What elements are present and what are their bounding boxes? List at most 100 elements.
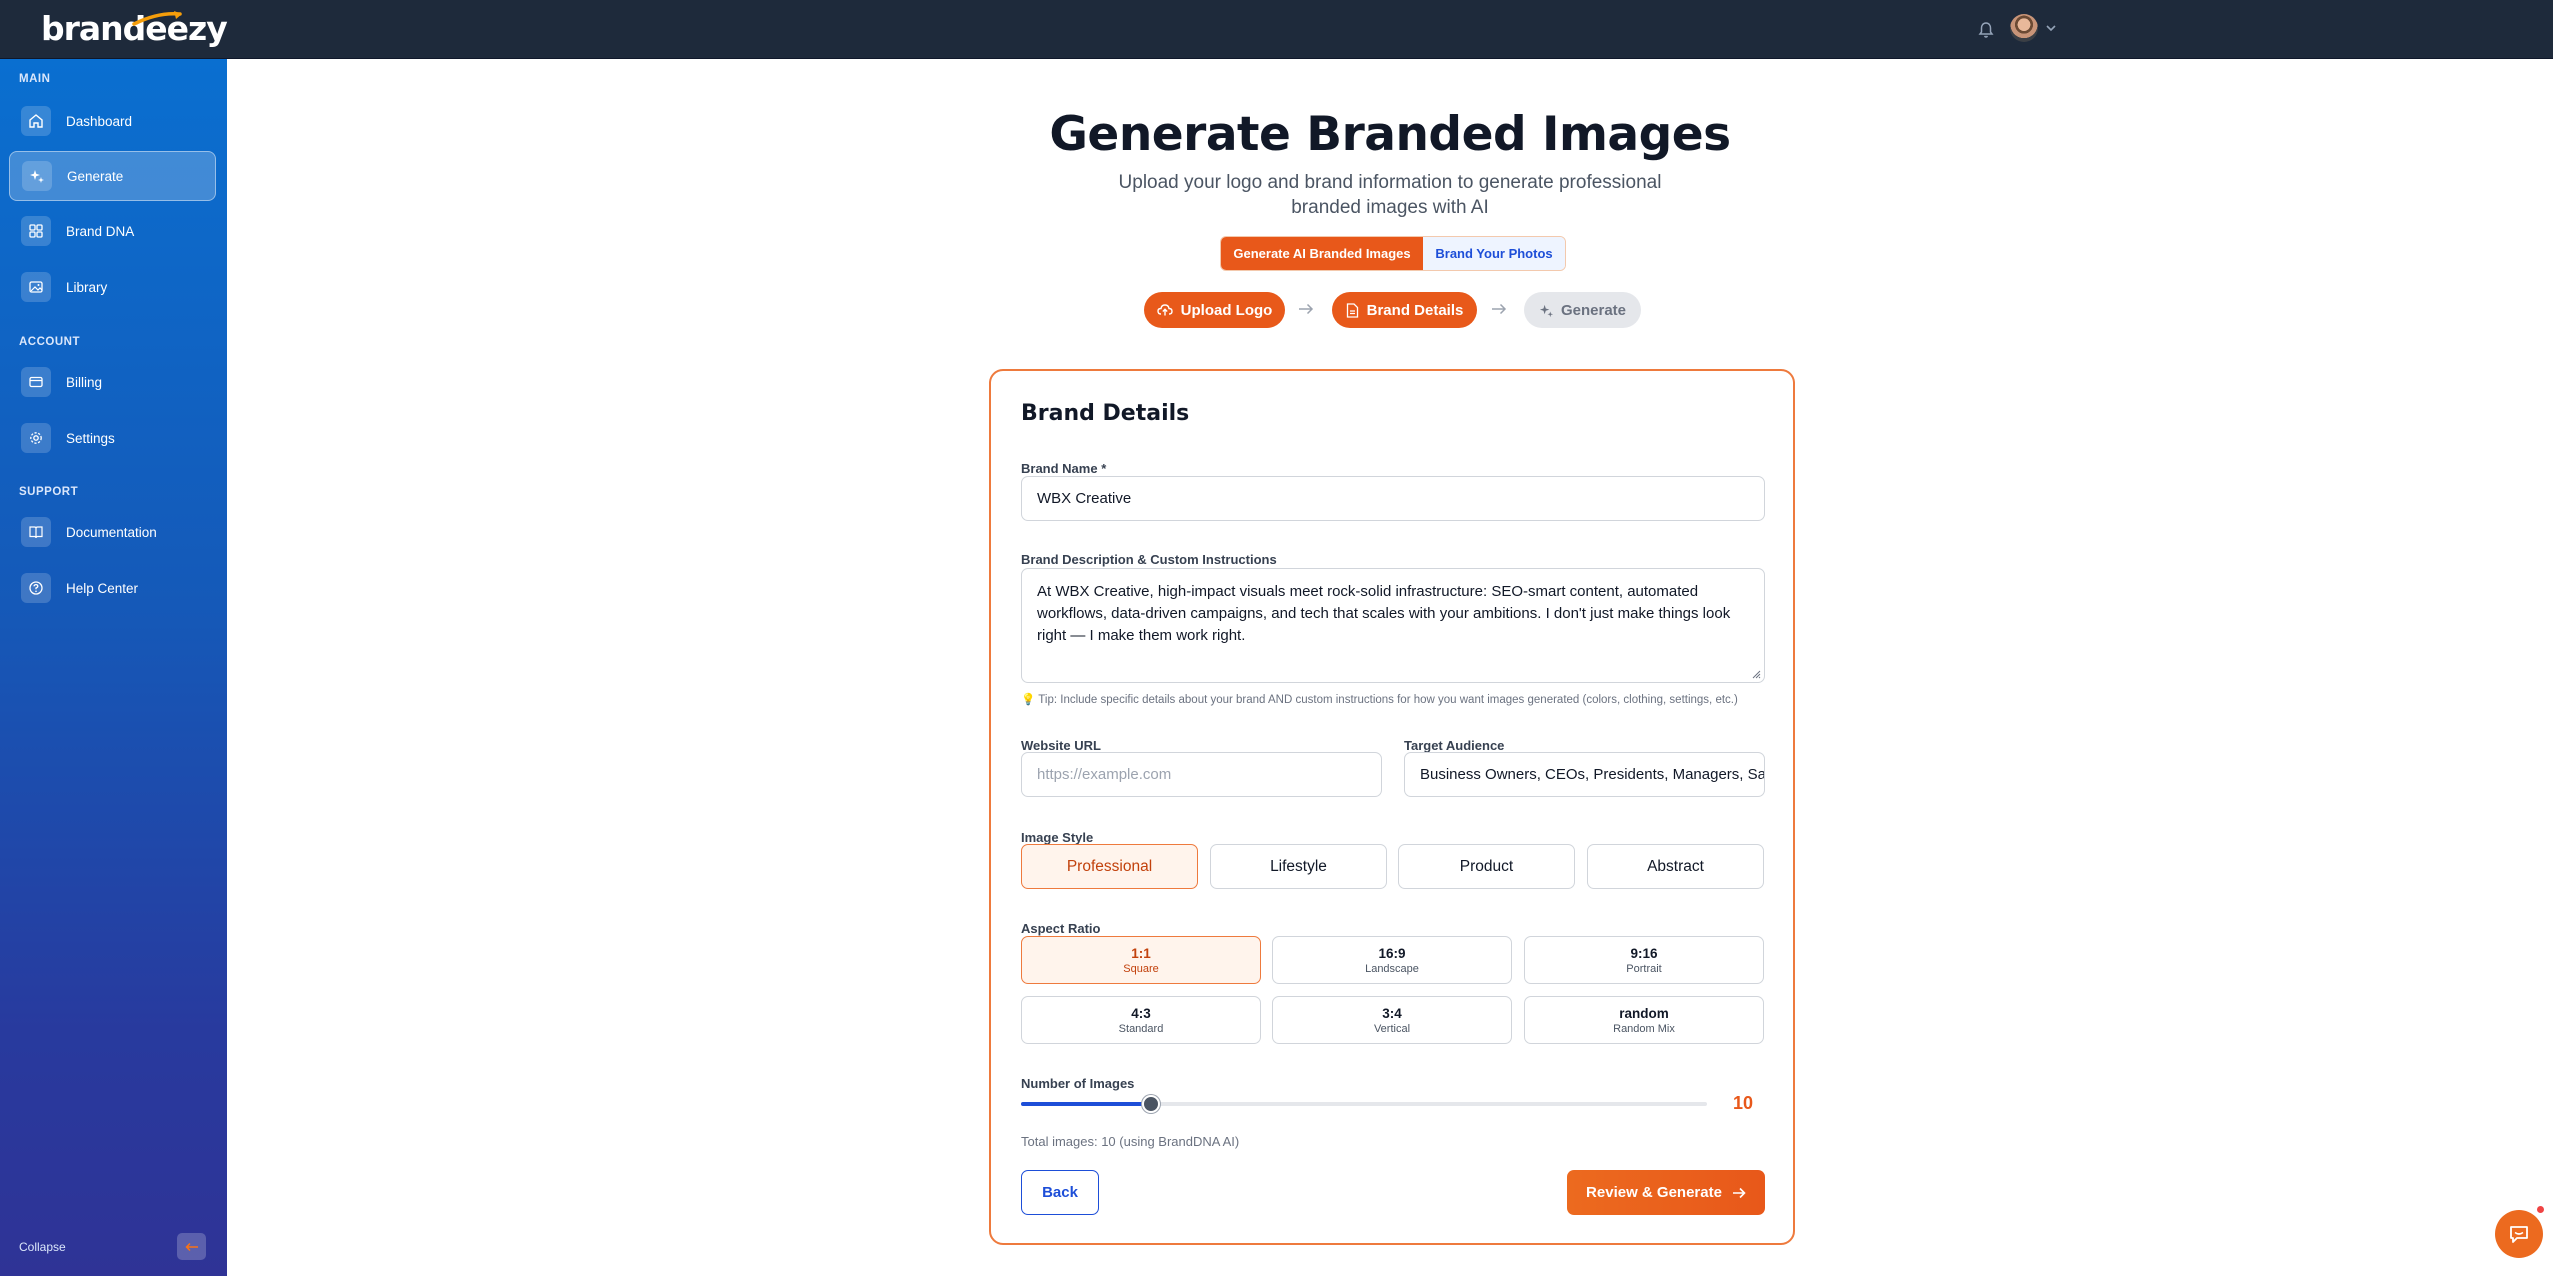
description-label: Brand Description & Custom Instructions — [1021, 552, 1277, 567]
card-title: Brand Details — [1021, 401, 1190, 426]
chat-icon — [2510, 1226, 2528, 1243]
arrow-right-icon — [1299, 303, 1314, 315]
ratio-label: Square — [1123, 962, 1159, 975]
notification-bell-icon[interactable] — [1976, 20, 1996, 40]
page-subtitle: Upload your logo and brand information t… — [1118, 172, 1662, 218]
review-generate-label: Review & Generate — [1586, 1184, 1722, 1201]
cloud-upload-icon — [1156, 304, 1173, 316]
aspect-ratio-label: Aspect Ratio — [1021, 921, 1101, 936]
sidebar-item-label: Help Center — [66, 580, 139, 596]
ratio-option-random[interactable]: random Random Mix — [1524, 996, 1764, 1044]
sidebar-item-settings[interactable]: Settings — [9, 413, 216, 463]
credit-card-icon — [21, 367, 51, 397]
main-content: Generate Branded Images Upload your logo… — [227, 59, 2553, 1276]
step-generate[interactable]: Generate — [1524, 292, 1641, 328]
ratio-option-16-9[interactable]: 16:9 Landscape — [1272, 936, 1512, 984]
arrow-right-icon — [1732, 1187, 1746, 1198]
sidebar-item-dashboard[interactable]: Dashboard — [9, 96, 216, 146]
grid-icon — [21, 216, 51, 246]
sidebar: MAIN Dashboard Generate Brand DNA Librar… — [0, 59, 227, 1276]
collapse-label: Collapse — [19, 1240, 66, 1254]
sidebar-item-label: Library — [66, 279, 108, 295]
ratio-label: Random Mix — [1613, 1022, 1675, 1035]
sidebar-item-generate[interactable]: Generate — [9, 151, 216, 201]
brand-details-card: Brand Details Brand Name * WBX Creative … — [989, 369, 1795, 1245]
brand-name-input[interactable]: WBX Creative — [1021, 476, 1765, 521]
top-bar: brandeezy — [0, 0, 2553, 59]
chevron-down-icon[interactable] — [2044, 21, 2058, 35]
description-text: At WBX Creative, high-impact visuals mee… — [1037, 583, 1731, 644]
ratio-value: random — [1619, 1005, 1669, 1021]
resize-grip-icon[interactable] — [1751, 669, 1761, 679]
num-images-slider-track[interactable] — [1021, 1102, 1707, 1106]
image-icon — [21, 272, 51, 302]
home-icon — [21, 106, 51, 136]
style-option-abstract[interactable]: Abstract — [1587, 844, 1764, 889]
step-label: Generate — [1560, 301, 1627, 319]
sidebar-item-label: Brand DNA — [66, 223, 135, 239]
sidebar-item-documentation[interactable]: Documentation — [9, 507, 216, 557]
audience-label: Target Audience — [1404, 738, 1505, 753]
style-option-lifestyle[interactable]: Lifestyle — [1210, 844, 1387, 889]
sidebar-item-label: Generate — [67, 168, 124, 184]
page-title: Generate Branded Images — [1049, 107, 1731, 162]
ratio-label: Portrait — [1626, 962, 1662, 975]
sidebar-item-brand-dna[interactable]: Brand DNA — [9, 206, 216, 256]
ratio-label: Landscape — [1365, 962, 1419, 975]
ratio-option-4-3[interactable]: 4:3 Standard — [1021, 996, 1261, 1044]
ratio-option-9-16[interactable]: 9:16 Portrait — [1524, 936, 1764, 984]
step-label: Upload Logo — [1180, 301, 1273, 319]
arrow-left-icon — [184, 1242, 198, 1251]
ratio-value: 1:1 — [1131, 945, 1151, 961]
ratio-option-3-4[interactable]: 3:4 Vertical — [1272, 996, 1512, 1044]
style-option-product[interactable]: Product — [1398, 844, 1575, 889]
ratio-label: Standard — [1118, 1022, 1164, 1035]
tab-generate-ai-branded-images[interactable]: Generate AI Branded Images — [1221, 237, 1423, 270]
user-avatar[interactable] — [2010, 14, 2038, 42]
back-button[interactable]: Back — [1021, 1170, 1099, 1215]
sidebar-section-main: MAIN — [19, 73, 51, 85]
slider-fill — [1021, 1102, 1152, 1106]
file-text-icon — [1346, 302, 1358, 318]
num-images-label: Number of Images — [1021, 1076, 1135, 1091]
ratio-value: 16:9 — [1378, 945, 1406, 961]
image-style-label: Image Style — [1021, 830, 1094, 845]
sparkles-icon — [22, 161, 52, 191]
arrow-right-icon — [1492, 303, 1507, 315]
num-images-value: 10 — [1733, 1093, 1754, 1113]
review-generate-button[interactable]: Review & Generate — [1567, 1170, 1765, 1215]
website-label: Website URL — [1021, 738, 1101, 753]
sidebar-section-support: SUPPORT — [19, 486, 79, 498]
ratio-option-1-1[interactable]: 1:1 Square — [1021, 936, 1261, 984]
description-textarea[interactable]: At WBX Creative, high-impact visuals mee… — [1021, 568, 1765, 683]
collapse-button[interactable] — [177, 1233, 206, 1260]
num-images-slider-thumb[interactable] — [1142, 1095, 1161, 1113]
sparkles-icon — [1539, 304, 1554, 317]
sidebar-item-label: Dashboard — [66, 113, 133, 129]
step-upload-logo[interactable]: Upload Logo — [1144, 292, 1285, 328]
description-tip: 💡 Tip: Include specific details about yo… — [1021, 694, 1738, 706]
style-option-professional[interactable]: Professional — [1021, 844, 1198, 889]
tab-brand-your-photos[interactable]: Brand Your Photos — [1423, 237, 1565, 270]
help-circle-icon — [21, 573, 51, 603]
ratio-value: 4:3 — [1131, 1005, 1151, 1021]
sidebar-section-account: ACCOUNT — [19, 336, 80, 348]
sidebar-item-label: Settings — [66, 430, 115, 446]
sidebar-item-label: Documentation — [66, 524, 157, 540]
website-url-input[interactable]: https://example.com — [1021, 752, 1382, 797]
sidebar-item-billing[interactable]: Billing — [9, 357, 216, 407]
sidebar-item-label: Billing — [66, 374, 103, 390]
ratio-value: 9:16 — [1630, 945, 1658, 961]
gear-icon — [21, 423, 51, 453]
total-images-text: Total images: 10 (using BrandDNA AI) — [1021, 1134, 1240, 1149]
sidebar-item-help-center[interactable]: Help Center — [9, 563, 216, 613]
book-icon — [21, 517, 51, 547]
step-brand-details[interactable]: Brand Details — [1332, 292, 1477, 328]
chat-support-button[interactable] — [2495, 1210, 2543, 1258]
chat-notification-dot — [2536, 1205, 2545, 1214]
brand-name-label: Brand Name * — [1021, 461, 1107, 476]
sidebar-item-library[interactable]: Library — [9, 262, 216, 312]
ratio-label: Vertical — [1373, 1022, 1411, 1035]
target-audience-input[interactable]: Business Owners, CEOs, Presidents, Manag… — [1404, 752, 1765, 797]
step-label: Brand Details — [1366, 301, 1464, 319]
